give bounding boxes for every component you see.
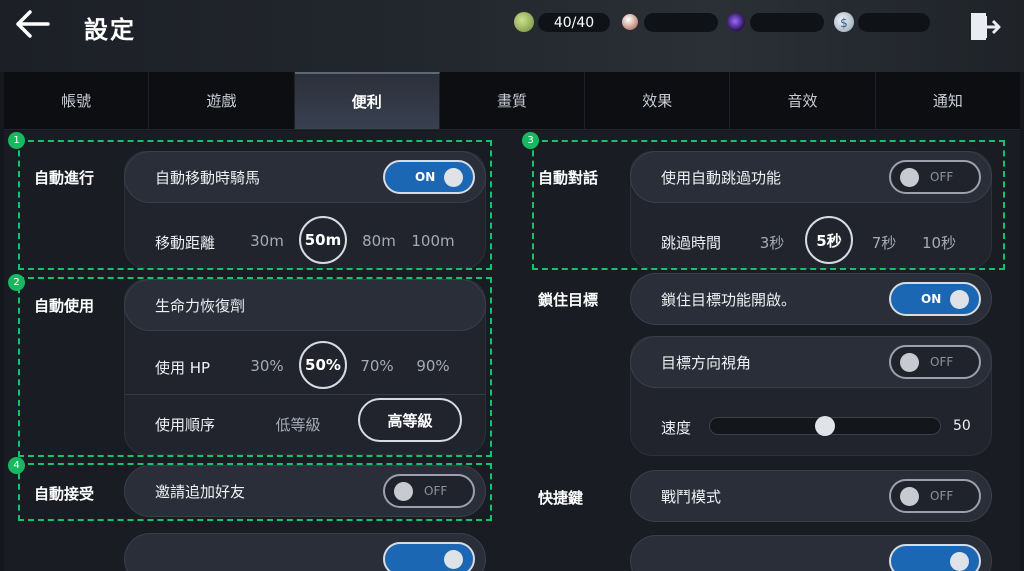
partial-row-right xyxy=(630,535,992,571)
toggle-knob xyxy=(900,487,919,506)
tab-notifications[interactable]: 通知 xyxy=(876,72,1020,129)
section-label-hotkey: 快捷鍵 xyxy=(538,489,584,507)
stamina-icon xyxy=(514,12,534,32)
tab-account[interactable]: 帳號 xyxy=(4,72,150,129)
stamina-value: 40/40 xyxy=(553,15,595,31)
toggle-knob xyxy=(900,353,919,372)
tab-convenience[interactable]: 便利 xyxy=(294,72,440,129)
pearl-icon xyxy=(622,14,638,30)
tab-effects[interactable]: 效果 xyxy=(585,72,731,129)
settings-content: 自動進行 自動移動時騎馬 ON 移動距離 30m 50m 80m 100m 自動… xyxy=(4,131,1020,571)
back-arrow-icon[interactable] xyxy=(14,8,54,40)
tab-game[interactable]: 遊戲 xyxy=(149,72,295,129)
partial-row-left xyxy=(124,533,486,571)
annotation-badge-2: 2 xyxy=(8,274,25,291)
section-label-lock-target: 鎖住目標 xyxy=(538,291,599,309)
page-title: 設定 xyxy=(84,16,136,44)
stamina-resource: 40/40 xyxy=(514,12,610,33)
annotation-badge-3: 3 xyxy=(522,132,539,149)
speed-value: 50 xyxy=(953,418,971,434)
partial-toggle-right[interactable] xyxy=(889,544,981,571)
orb-resource xyxy=(726,12,824,33)
direction-card: 目標方向視角 OFF 速度 50 xyxy=(630,336,992,456)
partial-toggle-left[interactable] xyxy=(383,542,475,571)
annotation-box-3 xyxy=(532,140,1005,270)
silver-resource: $ xyxy=(834,12,930,33)
annotation-box-4 xyxy=(18,463,492,521)
direction-toggle[interactable]: OFF xyxy=(889,345,981,379)
direction-toggle-row: 目標方向視角 OFF xyxy=(630,336,992,388)
direction-toggle-label: 目標方向視角 xyxy=(661,354,752,372)
toggle-state-text: OFF xyxy=(930,355,954,369)
silver-coin-icon: $ xyxy=(834,12,854,32)
annotation-badge-4: 4 xyxy=(8,457,25,474)
annotation-box-2 xyxy=(18,277,492,457)
svg-text:$: $ xyxy=(840,16,848,30)
battle-toggle[interactable]: OFF xyxy=(889,479,981,513)
toggle-state-text: OFF xyxy=(930,489,954,503)
toggle-state-text: ON xyxy=(921,292,942,306)
toggle-knob xyxy=(950,290,969,309)
speed-slider-handle[interactable] xyxy=(815,416,835,436)
battle-toggle-label: 戰鬥模式 xyxy=(661,488,722,506)
annotation-badge-1: 1 xyxy=(8,132,25,149)
pearl-resource xyxy=(620,12,718,33)
top-bar: 設定 40/40 $ xyxy=(0,0,1024,72)
tab-graphics[interactable]: 畫質 xyxy=(440,72,586,129)
purple-orb-icon xyxy=(727,13,745,31)
battle-toggle-row: 戰鬥模式 OFF xyxy=(630,470,992,522)
lock-toggle-label: 鎖住目標功能開啟。 xyxy=(661,291,797,309)
lock-toggle[interactable]: ON xyxy=(889,282,981,316)
lock-toggle-row: 鎖住目標功能開啟。 ON xyxy=(630,273,992,325)
toggle-knob xyxy=(444,550,463,569)
annotation-box-1 xyxy=(18,140,492,270)
exit-door-icon[interactable] xyxy=(968,10,1002,44)
toggle-knob xyxy=(950,552,969,571)
speed-label: 速度 xyxy=(661,419,692,437)
tab-sound[interactable]: 音效 xyxy=(730,72,876,129)
tab-bar: 帳號 遊戲 便利 畫質 效果 音效 通知 xyxy=(4,72,1020,130)
